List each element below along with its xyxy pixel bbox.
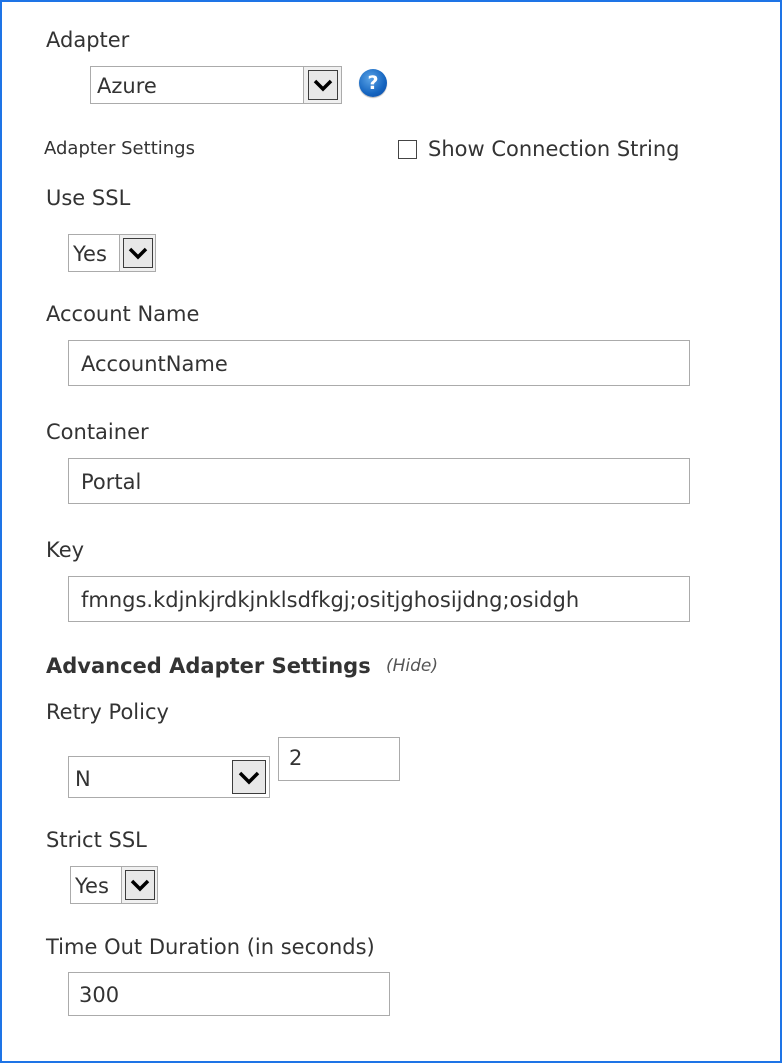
retry-policy-select[interactable]: N [68,756,270,798]
account-name-input[interactable]: AccountName [68,340,690,386]
use-ssl-label: Use SSL [46,186,131,210]
use-ssl-select-value: Yes [73,242,107,266]
strict-ssl-select-value: Yes [75,874,109,898]
adapter-select[interactable]: Azure [90,66,342,104]
timeout-value: 300 [79,983,120,1007]
timeout-label: Time Out Duration (in seconds) [46,935,375,959]
retry-policy-label: Retry Policy [46,700,169,724]
account-name-value: AccountName [81,352,228,376]
key-value: fmngs.kdjnkjrdkjnklsdfkgj;ositjghosijdng… [81,588,580,612]
container-input[interactable]: Portal [68,458,690,504]
timeout-input[interactable]: 300 [68,972,390,1016]
strict-ssl-select[interactable]: Yes [70,866,158,904]
chevron-down-icon[interactable] [303,67,341,103]
advanced-settings-heading: Advanced Adapter Settings [46,654,371,678]
show-connection-string-label[interactable]: Show Connection String [428,139,680,160]
chevron-down-icon[interactable] [121,867,157,903]
chevron-down-icon[interactable] [119,235,155,271]
adapter-label: Adapter [46,28,130,52]
container-label: Container [46,420,149,444]
key-input[interactable]: fmngs.kdjnkjrdkjnklsdfkgj;ositjghosijdng… [68,576,690,622]
settings-panel: Adapter Azure ? Adapter Settings Show Co… [0,0,782,1063]
show-connection-string-checkbox[interactable] [398,140,417,159]
help-icon[interactable]: ? [359,69,387,97]
container-value: Portal [81,470,142,494]
retry-policy-select-value: N [75,767,91,791]
retry-count-value: 2 [289,746,303,770]
chevron-down-icon[interactable] [229,757,269,797]
use-ssl-select[interactable]: Yes [68,234,156,272]
advanced-settings-hide-link[interactable]: (Hide) [386,658,438,675]
key-label: Key [46,538,85,562]
account-name-label: Account Name [46,302,200,326]
adapter-select-value: Azure [97,74,157,98]
adapter-settings-label: Adapter Settings [44,138,195,159]
strict-ssl-label: Strict SSL [46,828,147,852]
retry-count-input[interactable]: 2 [278,737,400,781]
